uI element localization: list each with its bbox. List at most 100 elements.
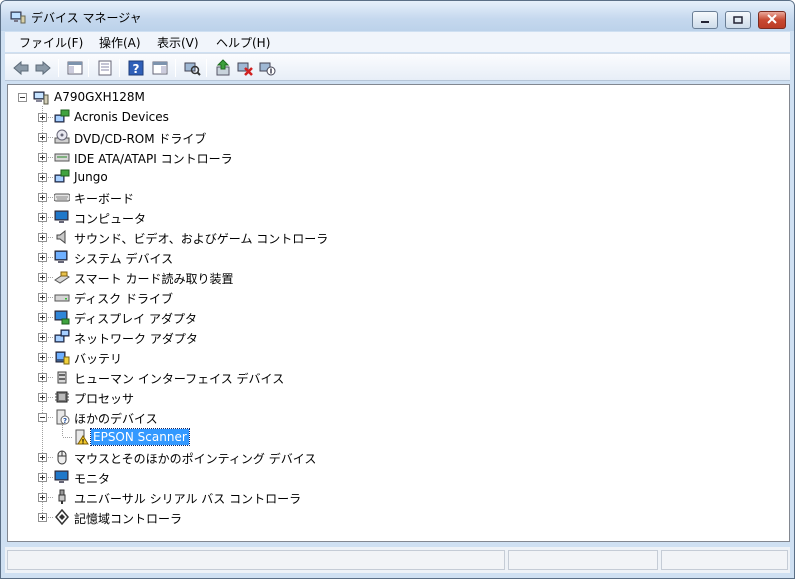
tree-category[interactable]: ネットワーク アダプタ bbox=[8, 327, 789, 347]
tree-category[interactable]: コンピュータ bbox=[8, 207, 789, 227]
tree-category[interactable]: ディスプレイ アダプタ bbox=[8, 307, 789, 327]
warning-device-icon: ! bbox=[73, 429, 89, 446]
tree-category-label: IDE ATA/ATAPI コントローラ bbox=[74, 152, 233, 166]
collapse-expander[interactable] bbox=[18, 93, 27, 102]
expand-expander[interactable] bbox=[38, 233, 47, 242]
expand-expander[interactable] bbox=[38, 113, 47, 122]
tree-device[interactable]: ! EPSON Scanner bbox=[8, 427, 789, 447]
tree-category-label: Jungo bbox=[74, 170, 108, 184]
tree-category[interactable]: スマート カード読み取り装置 bbox=[8, 267, 789, 287]
tree-category[interactable]: 記憶域コントローラ bbox=[8, 507, 789, 527]
tree-category[interactable]: サウンド、ビデオ、およびゲーム コントローラ bbox=[8, 227, 789, 247]
menu-bar: ファイル(F) 操作(A) 表示(V) ヘルプ(H) bbox=[5, 32, 790, 52]
tree-category-label: ほかのデバイス bbox=[74, 412, 158, 426]
unknown-device-icon: ? bbox=[54, 409, 70, 425]
tree-category[interactable]: バッテリ bbox=[8, 347, 789, 367]
tree-category[interactable]: キーボード bbox=[8, 187, 789, 207]
system-device-icon bbox=[54, 249, 70, 265]
tree-category-label: Acronis Devices bbox=[74, 110, 169, 124]
forward-button[interactable] bbox=[34, 59, 52, 77]
expand-expander[interactable] bbox=[38, 313, 47, 322]
tree-category-label: ディスク ドライブ bbox=[74, 292, 173, 306]
properties-icon bbox=[98, 60, 112, 76]
tree-category-label: バッテリ bbox=[74, 352, 123, 366]
tree-category[interactable]: ヒューマン インターフェイス デバイス bbox=[8, 367, 789, 387]
maximize-button[interactable] bbox=[725, 11, 751, 29]
tree-category[interactable]: Acronis Devices bbox=[8, 107, 789, 127]
tree-category[interactable]: ディスク ドライブ bbox=[8, 287, 789, 307]
status-bar bbox=[5, 547, 790, 573]
expand-expander[interactable] bbox=[38, 493, 47, 502]
expand-expander[interactable] bbox=[38, 333, 47, 342]
expand-expander[interactable] bbox=[38, 133, 47, 142]
expand-expander[interactable] bbox=[38, 373, 47, 382]
monitor-icon bbox=[54, 469, 70, 485]
speaker-icon bbox=[54, 229, 70, 245]
tree-category[interactable]: プロセッサ bbox=[8, 387, 789, 407]
tree-device-label: EPSON Scanner bbox=[90, 428, 190, 446]
expand-expander[interactable] bbox=[38, 293, 47, 302]
keyboard-icon bbox=[53, 189, 71, 205]
uninstall-button[interactable] bbox=[236, 59, 254, 77]
tree-category-label: ユニバーサル シリアル バス コントローラ bbox=[74, 492, 302, 506]
tree-category[interactable]: システム デバイス bbox=[8, 247, 789, 267]
help-icon: ? bbox=[128, 60, 144, 76]
title-bar[interactable]: デバイス マネージャ bbox=[1, 1, 794, 31]
usb-icon bbox=[54, 489, 70, 505]
expand-expander[interactable] bbox=[38, 273, 47, 282]
close-icon bbox=[767, 13, 777, 27]
menu-view[interactable]: 表示(V) bbox=[157, 34, 199, 51]
update-driver-button[interactable] bbox=[214, 59, 232, 77]
expand-expander[interactable] bbox=[38, 393, 47, 402]
tree-category[interactable]: マウスとそのほかのポインティング デバイス bbox=[8, 447, 789, 467]
collapse-expander[interactable] bbox=[38, 413, 47, 422]
help-button[interactable]: ? bbox=[127, 59, 145, 77]
close-button[interactable] bbox=[758, 11, 786, 29]
toolbar-separator bbox=[58, 59, 59, 77]
tree-category-label: スマート カード読み取り装置 bbox=[74, 272, 234, 286]
menu-action[interactable]: 操作(A) bbox=[99, 34, 141, 51]
expand-expander[interactable] bbox=[38, 353, 47, 362]
expand-expander[interactable] bbox=[38, 213, 47, 222]
minimize-button[interactable] bbox=[692, 11, 718, 29]
tree-category[interactable]: ユニバーサル シリアル バス コントローラ bbox=[8, 487, 789, 507]
tree-connector bbox=[63, 437, 73, 438]
tree-root[interactable]: A790GXH128M bbox=[8, 87, 789, 107]
menu-help[interactable]: ヘルプ(H) bbox=[216, 34, 270, 51]
expand-expander[interactable] bbox=[38, 153, 47, 162]
expand-expander[interactable] bbox=[38, 193, 47, 202]
svg-text:!: ! bbox=[82, 439, 85, 446]
uninstall-icon bbox=[237, 62, 253, 76]
root-label: A790GXH128M bbox=[54, 90, 145, 104]
expand-expander[interactable] bbox=[38, 513, 47, 522]
tree-category[interactable]: ? ほかのデバイス bbox=[8, 407, 789, 427]
battery-icon bbox=[54, 349, 70, 365]
scan-hardware-button[interactable] bbox=[183, 59, 201, 77]
back-button[interactable] bbox=[12, 59, 30, 77]
tree-category[interactable]: IDE ATA/ATAPI コントローラ bbox=[8, 147, 789, 167]
expand-expander[interactable] bbox=[38, 253, 47, 262]
tree-category-label: DVD/CD-ROM ドライブ bbox=[74, 132, 207, 146]
disable-device-button[interactable] bbox=[258, 59, 276, 77]
network-device-icon bbox=[54, 169, 70, 185]
tree-category-label: コンピュータ bbox=[74, 212, 147, 226]
device-manager-window: デバイス マネージャ ファイル(F) 操作(A) 表示(V) ヘルプ(H) ? … bbox=[0, 0, 795, 579]
properties-button[interactable] bbox=[96, 59, 114, 77]
smart-card-reader-icon bbox=[54, 269, 70, 285]
processor-icon bbox=[54, 389, 70, 405]
tree-category[interactable]: DVD/CD-ROM ドライブ bbox=[8, 127, 789, 147]
tree-category-label: サウンド、ビデオ、およびゲーム コントローラ bbox=[74, 232, 329, 246]
tree-category[interactable]: モニタ bbox=[8, 467, 789, 487]
scan-hardware-changes-icon bbox=[184, 62, 201, 76]
status-cell-3 bbox=[661, 550, 788, 570]
device-tree[interactable]: A790GXH128M Acronis Devices DVD/CD-ROM ドラ… bbox=[7, 84, 790, 542]
tree-category[interactable]: Jungo bbox=[8, 167, 789, 187]
expand-expander[interactable] bbox=[38, 453, 47, 462]
console-tree-button[interactable] bbox=[66, 59, 84, 77]
action-pane-button[interactable] bbox=[151, 59, 169, 77]
status-cell-2 bbox=[508, 550, 658, 570]
expand-expander[interactable] bbox=[38, 173, 47, 182]
menu-file[interactable]: ファイル(F) bbox=[19, 34, 83, 51]
mouse-icon bbox=[54, 449, 70, 465]
expand-expander[interactable] bbox=[38, 473, 47, 482]
